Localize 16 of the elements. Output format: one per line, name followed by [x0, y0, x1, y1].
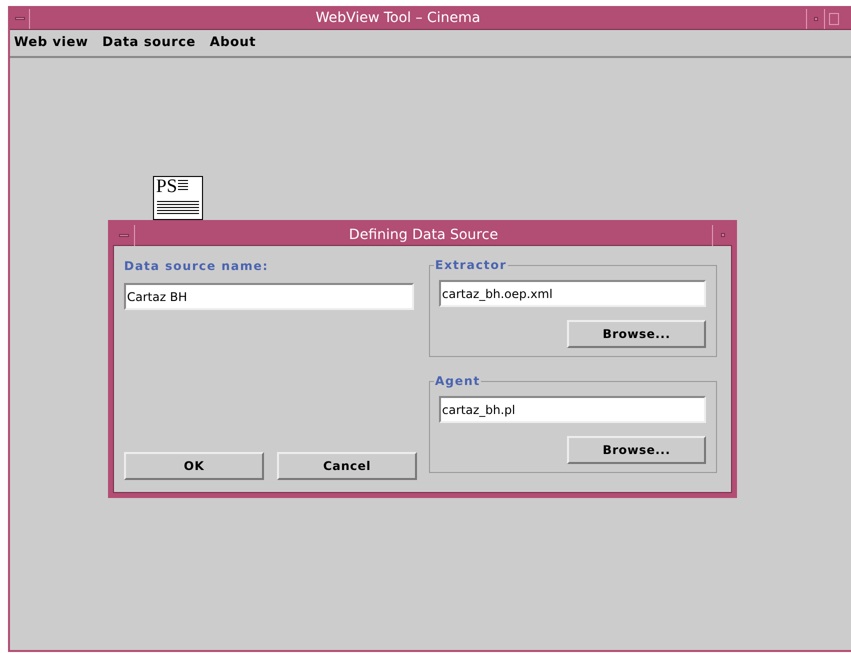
document-icon[interactable]: PS	[153, 176, 203, 220]
browse-button[interactable]: Browse...	[567, 320, 706, 348]
ok-button[interactable]: OK	[124, 452, 264, 480]
menu-item[interactable]: Data source	[102, 33, 196, 53]
dialog-title: Defining Data Source	[348, 226, 500, 244]
file-field[interactable]: cartaz_bh.oep.xml	[439, 280, 706, 307]
group-title: Agent	[434, 373, 482, 389]
name-field[interactable]: Cartaz BH	[124, 283, 414, 310]
cancel-button[interactable]: Cancel	[277, 452, 417, 480]
file-field[interactable]: cartaz_bh.pl	[439, 396, 706, 423]
browse-button[interactable]: Browse...	[567, 436, 706, 464]
window-title: WebView Tool – Cinema	[314, 9, 482, 28]
menu-item[interactable]: Web view	[14, 33, 88, 53]
menu-item[interactable]: About	[210, 33, 256, 53]
maximize-button[interactable]	[824, 8, 842, 28]
field-label: Data source name:	[124, 258, 270, 275]
